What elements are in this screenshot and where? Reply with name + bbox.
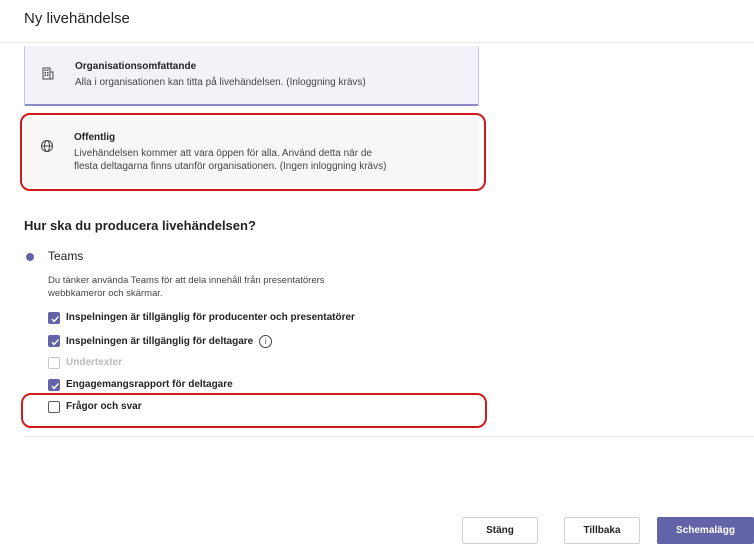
checkbox-label: Inspelningen är tillgänglig för producen… <box>66 312 355 323</box>
checkbox-label-text: Inspelningen är tillgänglig för deltagar… <box>66 336 254 348</box>
checkbox-recording-producers[interactable] <box>48 312 60 324</box>
checkbox-row-captions: Undertexter <box>48 357 448 371</box>
production-heading: Hur ska du producera livehändelsen? <box>24 218 256 233</box>
schedule-button[interactable]: Schemalägg <box>657 517 754 544</box>
access-option-organization[interactable]: Organisationsomfattande Alla i organisat… <box>24 46 479 106</box>
dialog-title: Ny livehändelse <box>24 10 130 27</box>
highlight-box-public <box>20 113 486 191</box>
checkbox-label: Inspelningen är tillgänglig för deltagar… <box>66 335 273 348</box>
building-icon <box>41 66 55 80</box>
checkbox-label: Engagemangsrapport för deltagare <box>66 379 233 390</box>
checkbox-label: Undertexter <box>66 357 123 368</box>
back-button[interactable]: Tillbaka <box>564 517 640 544</box>
checkbox-captions <box>48 357 60 369</box>
access-option-title: Organisationsomfattande <box>75 61 197 72</box>
access-option-description: Alla i organisationen kan titta på liveh… <box>75 77 366 88</box>
close-button[interactable]: Stäng <box>462 517 538 544</box>
description-line: Du tänker använda Teams för att dela inn… <box>48 275 325 286</box>
checkbox-row-recording-producers[interactable]: Inspelningen är tillgänglig för producen… <box>48 312 448 326</box>
checkbox-recording-attendees[interactable] <box>48 335 60 347</box>
teams-description: Du tänker använda Teams för att dela inn… <box>48 274 428 300</box>
description-line: webbkameror och skärmar. <box>48 288 163 299</box>
radio-teams[interactable] <box>26 253 34 261</box>
checkbox-row-engagement-report[interactable]: Engagemangsrapport för deltagare <box>48 379 448 393</box>
dialog-header: Ny livehändelse <box>0 0 754 42</box>
checkbox-row-recording-attendees[interactable]: Inspelningen är tillgänglig för deltagar… <box>48 335 448 349</box>
header-divider <box>0 42 754 43</box>
highlight-box-qa <box>21 393 487 428</box>
radio-teams-label[interactable]: Teams <box>48 249 83 263</box>
info-icon[interactable]: i <box>259 335 273 348</box>
footer-divider <box>24 436 754 437</box>
checkbox-engagement-report[interactable] <box>48 379 60 391</box>
